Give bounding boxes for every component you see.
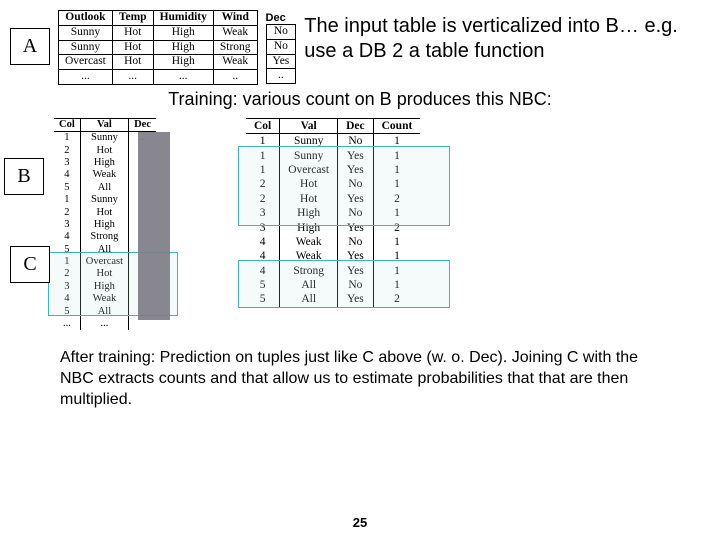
table-row: ........... [59, 70, 258, 85]
table-row: OvercastHotHighWeak [59, 55, 258, 70]
dec-header-label: Dec [266, 12, 297, 24]
table-row: SunnyHotHighWeak [59, 25, 258, 40]
nbc-highlight-box-1 [238, 146, 450, 226]
nbc-block: Col Val Dec Count 1SunnyNo1 1SunnyYes1 1… [246, 118, 420, 307]
th-outlook: Outlook [59, 11, 113, 26]
description-text: The input table is verticalized into B… … [304, 14, 710, 64]
page-number: 25 [0, 515, 720, 530]
nbc-highlight-box-2 [238, 260, 450, 308]
th-val: Val [280, 118, 338, 133]
th-humidity: Humidity [153, 11, 213, 26]
dec-column-overlay [138, 132, 170, 320]
after-training-text: After training: Prediction on tuples jus… [60, 348, 660, 410]
th-temp: Temp [112, 11, 153, 26]
label-b: B [4, 158, 44, 195]
th-col: Col [54, 118, 80, 131]
th-wind: Wind [213, 11, 257, 26]
table-row: SunnyHotHighStrong [59, 40, 258, 55]
th-col: Col [246, 118, 280, 133]
mid-row: B C Col Val Dec 1Sunny.. 2Hot 3High 4Wea… [10, 118, 710, 330]
th-dec: Dec [338, 118, 374, 133]
training-line: Training: various count on B produces th… [10, 89, 710, 110]
th-dec: Dec [129, 118, 156, 131]
th-count: Count [373, 118, 420, 133]
label-a: A [10, 28, 50, 65]
table-a-dec: No No Yes .. [266, 24, 297, 84]
label-c: C [10, 246, 50, 283]
table-a: Outlook Temp Humidity Wind SunnyHotHighW… [58, 10, 258, 85]
b-block: B C Col Val Dec 1Sunny.. 2Hot 3High 4Wea… [10, 118, 156, 330]
th-val: Val [80, 118, 128, 131]
table-row: 4WeakNo1 [246, 235, 420, 249]
top-row: A Outlook Temp Humidity Wind SunnyHotHig… [10, 10, 710, 85]
